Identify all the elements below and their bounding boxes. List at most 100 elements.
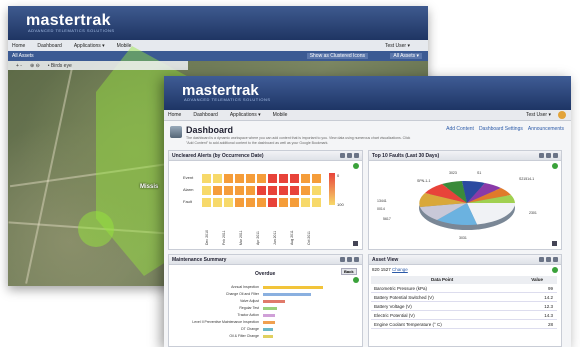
- heat-column-label: Apr 2011: [256, 231, 260, 245]
- back-nav-bar: Home Dashboard Applications ▾ Mobile Tes…: [8, 40, 428, 51]
- table-row: Battery Potential Switched (V) 14.2: [371, 294, 557, 302]
- heat-row-label: Alarm: [183, 187, 194, 192]
- tagline: ADVANCED TELEMATICS SOLUTIONS: [184, 97, 271, 102]
- heat-cell[interactable]: [267, 185, 278, 196]
- nav-applications[interactable]: Applications ▾: [230, 112, 261, 118]
- refresh-icon[interactable]: [353, 163, 359, 169]
- maintenance-bar[interactable]: [263, 293, 311, 296]
- heat-cell[interactable]: [223, 197, 234, 208]
- heat-cell[interactable]: [201, 173, 212, 184]
- maintenance-bar[interactable]: [263, 314, 275, 317]
- maintenance-bar[interactable]: [263, 335, 273, 338]
- heat-cell[interactable]: [201, 197, 212, 208]
- heat-cell[interactable]: [234, 185, 245, 196]
- change-asset-link[interactable]: Change: [392, 267, 408, 272]
- heat-cell[interactable]: [311, 197, 322, 208]
- row-value: 14.2: [544, 295, 553, 300]
- heat-cell[interactable]: [212, 185, 223, 196]
- heat-cell[interactable]: [289, 197, 300, 208]
- maintenance-item-label: DT Change: [241, 327, 259, 331]
- heat-cell[interactable]: [212, 197, 223, 208]
- back-nav-mobile[interactable]: Mobile: [117, 43, 132, 49]
- add-content-link[interactable]: Add Content: [446, 126, 474, 132]
- close-icon[interactable]: [553, 153, 558, 158]
- heat-cell[interactable]: [234, 197, 245, 208]
- nav-mobile[interactable]: Mobile: [273, 112, 288, 118]
- back-nav-dashboard[interactable]: Dashboard: [37, 43, 61, 49]
- heat-cell[interactable]: [300, 185, 311, 196]
- cluster-toggle-button[interactable]: Show as Clustered Icons: [306, 53, 368, 59]
- nav-dashboard[interactable]: Dashboard: [193, 112, 217, 118]
- pie-label: 0014: [377, 207, 385, 211]
- heat-cell[interactable]: [267, 173, 278, 184]
- row-name: Battery Potential Switched (V): [374, 295, 434, 300]
- heat-cell[interactable]: [311, 185, 322, 196]
- print-icon[interactable]: [552, 241, 557, 246]
- heat-cell[interactable]: [289, 185, 300, 196]
- pan-controls[interactable]: ⊕ ⊖: [30, 63, 40, 69]
- table-row: Battery Voltage (V) 12.3: [371, 303, 557, 311]
- row-name: Battery Voltage (V): [374, 304, 412, 309]
- heat-cell[interactable]: [311, 173, 322, 184]
- minimize-icon[interactable]: [546, 257, 551, 262]
- maintenance-bar[interactable]: [263, 307, 277, 310]
- heat-cell[interactable]: [278, 197, 289, 208]
- nav-home[interactable]: Home: [168, 112, 181, 118]
- heat-cell[interactable]: [245, 185, 256, 196]
- asset-filter-dropdown[interactable]: All Assets ▾: [390, 53, 422, 59]
- dashboard-settings-link[interactable]: Dashboard Settings: [479, 126, 523, 132]
- heat-cell[interactable]: [256, 173, 267, 184]
- heat-cell[interactable]: [212, 173, 223, 184]
- heat-cell[interactable]: [201, 185, 212, 196]
- heat-cell[interactable]: [256, 185, 267, 196]
- maintenance-bar[interactable]: [263, 286, 323, 289]
- table-row: Electric Potential (V) 14.3: [371, 312, 557, 320]
- heat-cell[interactable]: [234, 173, 245, 184]
- heat-cell[interactable]: [300, 197, 311, 208]
- maintenance-bar[interactable]: [263, 321, 275, 324]
- heat-cell[interactable]: [245, 173, 256, 184]
- heat-cell[interactable]: [289, 173, 300, 184]
- heat-column-label: Jun 2011: [273, 230, 277, 245]
- user-menu[interactable]: Test User ▾: [526, 112, 551, 118]
- print-icon[interactable]: [539, 257, 544, 262]
- minimize-icon[interactable]: [546, 153, 551, 158]
- heat-cell[interactable]: [256, 197, 267, 208]
- maintenance-bar[interactable]: [263, 300, 285, 303]
- alerts-title-text: Uncleared Alerts (by Occurrence Date): [172, 153, 264, 159]
- back-user-menu[interactable]: Test User ▾: [385, 43, 410, 49]
- heat-cell[interactable]: [300, 173, 311, 184]
- print-icon[interactable]: [340, 257, 345, 262]
- heat-cell[interactable]: [223, 185, 234, 196]
- announcements-link[interactable]: Announcements: [528, 126, 564, 132]
- back-nav-applications[interactable]: Applications ▾: [74, 43, 105, 49]
- refresh-icon[interactable]: [552, 267, 558, 273]
- heat-cell[interactable]: [278, 185, 289, 196]
- geofence-circle[interactable]: [78, 211, 114, 247]
- nav-bar: Home Dashboard Applications ▾ Mobile Tes…: [164, 110, 571, 121]
- print-icon[interactable]: [539, 153, 544, 158]
- back-nav-home[interactable]: Home: [12, 43, 25, 49]
- close-icon[interactable]: [354, 257, 359, 262]
- zoom-controls[interactable]: + -: [16, 63, 22, 69]
- maintenance-bar[interactable]: [263, 328, 273, 331]
- close-icon[interactable]: [553, 257, 558, 262]
- close-icon[interactable]: [354, 153, 359, 158]
- dashboard-header: Dashboard The dashboard is a dynamic wor…: [168, 124, 568, 150]
- heat-cell[interactable]: [278, 173, 289, 184]
- user-icon[interactable]: [558, 111, 566, 119]
- row-value: 99: [547, 286, 553, 291]
- heat-cell[interactable]: [245, 197, 256, 208]
- minimize-icon[interactable]: [347, 153, 352, 158]
- minimize-icon[interactable]: [347, 257, 352, 262]
- heat-cell[interactable]: [223, 173, 234, 184]
- header-value: Value: [531, 277, 543, 282]
- refresh-icon[interactable]: [353, 277, 359, 283]
- back-button[interactable]: Back: [341, 268, 357, 275]
- heat-cell[interactable]: [267, 197, 278, 208]
- print-icon[interactable]: [340, 153, 345, 158]
- birds-eye-toggle[interactable]: • Birds eye: [48, 63, 72, 69]
- asset-id: 820 1527: [372, 267, 391, 272]
- print-icon[interactable]: [353, 241, 358, 246]
- panel-window-buttons: [539, 257, 558, 262]
